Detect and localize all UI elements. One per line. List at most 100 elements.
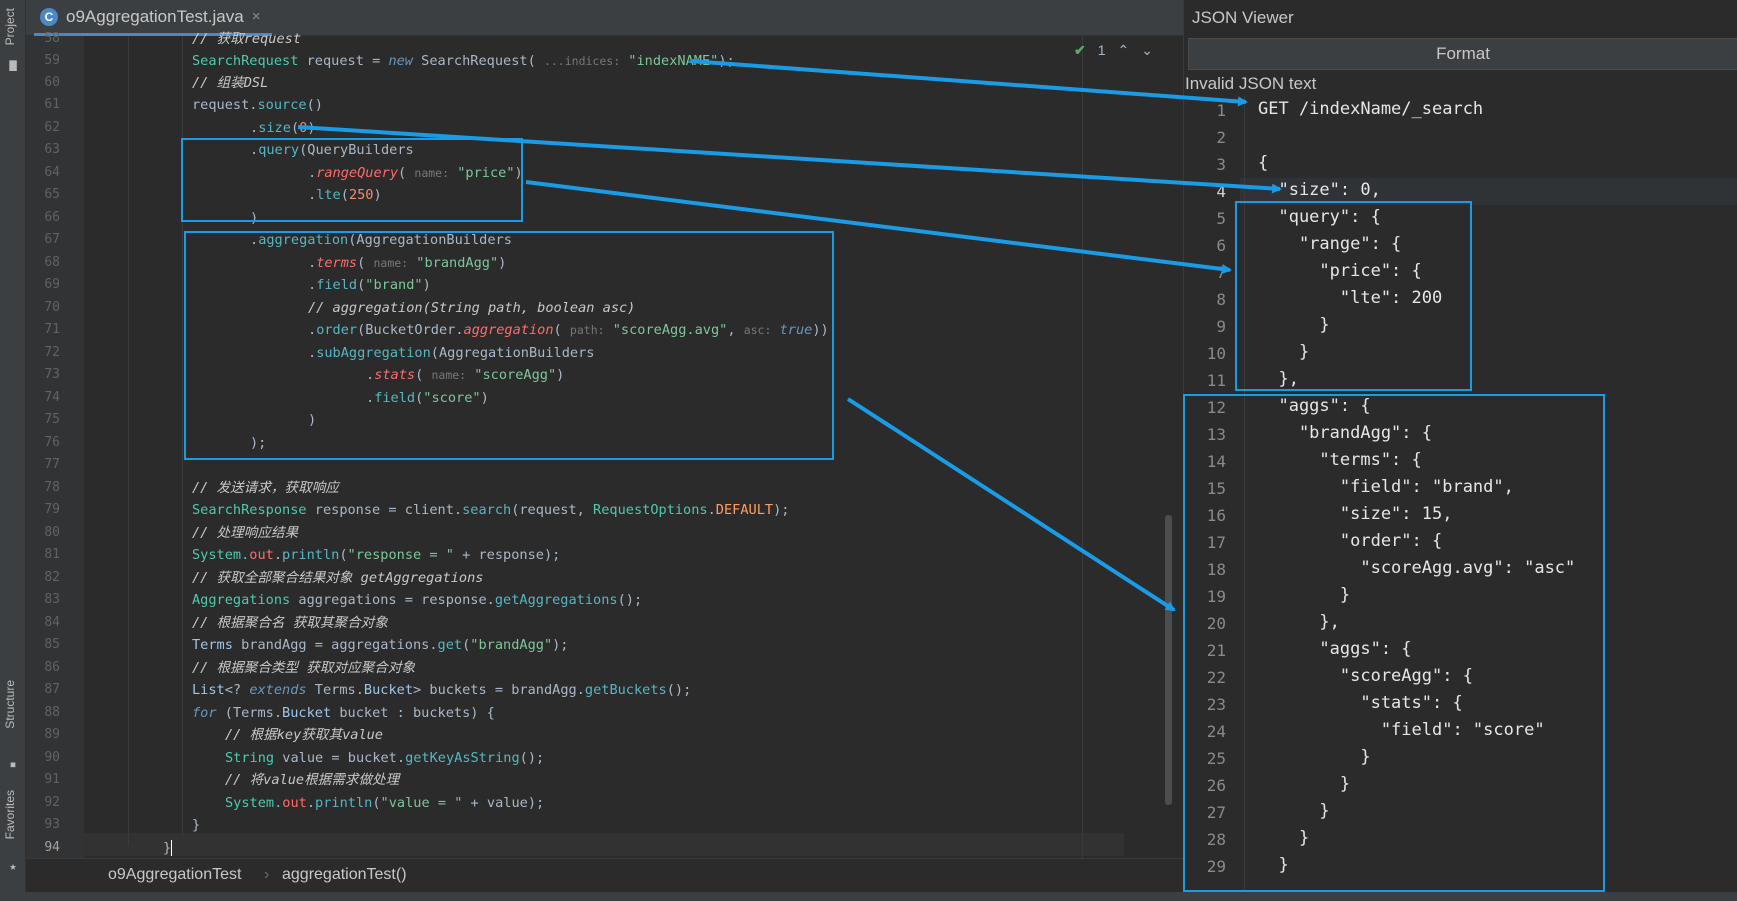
json-line-number: 6 — [1216, 236, 1226, 255]
line-number: 82 — [44, 570, 60, 585]
code-line-91: // 将value根据需求做处理 — [225, 772, 400, 788]
code-line-64: .rangeQuery( name: "price") — [308, 165, 523, 181]
json-line-number: 5 — [1216, 209, 1226, 228]
json-line-number: 23 — [1206, 695, 1226, 714]
line-number: 63 — [44, 142, 60, 157]
json-line: } — [1258, 774, 1351, 794]
json-line: "terms": { — [1258, 450, 1422, 470]
code-line-78: // 发送请求，获取响应 — [192, 480, 339, 496]
json-line: GET /indexName/_search — [1258, 99, 1484, 119]
line-number: 84 — [44, 615, 60, 630]
json-line: "scoreAgg": { — [1258, 666, 1473, 686]
format-button[interactable]: Format — [1188, 38, 1737, 70]
close-icon[interactable]: × — [252, 8, 261, 25]
line-number: 85 — [44, 637, 60, 652]
line-number: 70 — [44, 300, 60, 315]
json-viewer-panel: JSON Viewer Format Invalid JSON text 1 2… — [1183, 0, 1737, 892]
json-line-number: 24 — [1206, 722, 1226, 741]
favorites-tool-button[interactable]: Favorites — [3, 790, 17, 839]
line-number: 75 — [44, 412, 60, 427]
folder-icon[interactable]: ▆ — [7, 58, 19, 70]
status-bar — [0, 892, 1737, 901]
json-line: "brandAgg": { — [1258, 423, 1432, 443]
json-line-number: 25 — [1206, 749, 1226, 768]
star-icon[interactable]: ★ — [7, 860, 19, 872]
code-line-90: String value = bucket.getKeyAsString(); — [225, 750, 545, 766]
json-line-number: 21 — [1206, 641, 1226, 660]
code-line-93: } — [192, 817, 201, 833]
json-line: } — [1258, 342, 1310, 362]
line-number: 93 — [44, 817, 60, 832]
code-line-82: // 获取全部聚合结果对象 getAggregations — [192, 570, 484, 586]
breadcrumb-method[interactable]: aggregationTest() — [282, 866, 407, 884]
json-line: "aggs": { — [1258, 639, 1412, 659]
line-number: 77 — [44, 457, 60, 472]
json-line: "range": { — [1258, 234, 1402, 254]
code-line-73: .stats( name: "scoreAgg") — [366, 367, 565, 383]
structure-tool-button[interactable]: Structure — [3, 680, 17, 729]
json-line: { — [1258, 153, 1269, 173]
code-line-63: .query(QueryBuilders — [250, 142, 414, 158]
json-line: } — [1258, 855, 1289, 875]
inspection-widget[interactable]: ✔ 1 ⌃ ⌄ — [1074, 42, 1153, 59]
line-number: 71 — [44, 322, 60, 337]
json-line-number: 9 — [1216, 317, 1226, 336]
json-line: "query": { — [1258, 207, 1381, 227]
json-line-number: 22 — [1206, 668, 1226, 687]
breadcrumb-separator: › — [264, 866, 270, 883]
line-number: 80 — [44, 525, 60, 540]
json-line: "field": "score" — [1258, 720, 1545, 740]
breadcrumb-class[interactable]: o9AggregationTest — [108, 866, 241, 884]
line-number: 58 — [44, 31, 60, 46]
panel-title: JSON Viewer — [1192, 8, 1294, 27]
code-line-68: .terms( name: "brandAgg") — [308, 255, 507, 271]
code-line-71: .order(BucketOrder.aggregation( path: "s… — [308, 322, 829, 338]
line-number: 64 — [44, 165, 60, 180]
line-number: 78 — [44, 480, 60, 495]
line-number: 87 — [44, 682, 60, 697]
line-number-gutter: 58 59 60 61 62 63 64 65 66 67 68 69 70 7… — [26, 31, 84, 860]
line-number: 86 — [44, 660, 60, 675]
json-line-number: 11 — [1206, 371, 1226, 390]
indent-guide — [128, 36, 129, 846]
previous-highlight-button[interactable]: ⌃ — [1118, 42, 1130, 59]
inspection-count: 1 — [1097, 42, 1106, 58]
json-line-number: 18 — [1206, 560, 1226, 579]
line-number: 79 — [44, 502, 60, 517]
json-line-number: 19 — [1206, 587, 1226, 606]
gutter-separator — [1244, 96, 1245, 892]
json-line: "lte": 200 — [1258, 288, 1443, 308]
line-number: 67 — [44, 232, 60, 247]
json-line: "stats": { — [1258, 693, 1463, 713]
code-line-65: .lte(250) — [308, 187, 382, 203]
code-line-92: System.out.println("value = " + value); — [225, 795, 545, 811]
structure-icon[interactable]: ▪ — [7, 758, 19, 770]
text-caret — [171, 840, 173, 856]
code-line-83: Aggregations aggregations = response.get… — [192, 592, 643, 608]
code-line-70: // aggregation(String path, boolean asc) — [308, 300, 636, 316]
json-line-number: 7 — [1216, 263, 1226, 282]
code-line-60: // 组装DSL — [192, 75, 269, 91]
code-line-79: SearchResponse response = client.search(… — [192, 502, 790, 518]
next-highlight-button[interactable]: ⌄ — [1141, 42, 1153, 59]
line-number: 61 — [44, 97, 60, 112]
project-tool-button[interactable]: Project — [3, 8, 17, 45]
json-line-gutter: 1 2 3 4 5 6 7 8 9 10 11 12 13 14 15 16 1… — [1184, 96, 1240, 892]
line-number: 60 — [44, 75, 60, 90]
line-number: 59 — [44, 53, 60, 68]
code-area[interactable]: // 获取request SearchRequest request = new… — [84, 31, 1124, 860]
code-line-62: .size(0) — [250, 120, 316, 136]
editor-scrollbar[interactable] — [1165, 515, 1172, 805]
line-number: 72 — [44, 345, 60, 360]
code-line-85: Terms brandAgg = aggregations.get("brand… — [192, 637, 569, 653]
code-line-94: } — [163, 840, 173, 856]
line-number: 62 — [44, 120, 60, 135]
json-line-number: 28 — [1206, 830, 1226, 849]
line-number: 74 — [44, 390, 60, 405]
line-number: 89 — [44, 727, 60, 742]
json-line-number: 2 — [1216, 128, 1226, 147]
json-line-number: 17 — [1206, 533, 1226, 552]
code-editor: C o9AggregationTest.java × 58 59 60 61 6… — [26, 0, 1183, 901]
json-line-number-current: 4 — [1216, 182, 1226, 201]
json-line: "order": { — [1258, 531, 1443, 551]
